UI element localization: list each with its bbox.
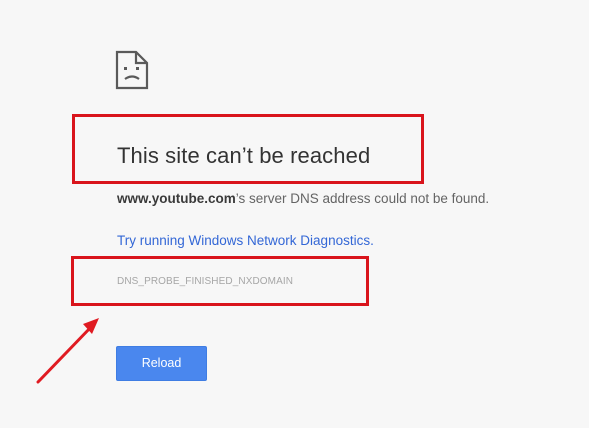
error-page: This site can’t be reached www.youtube.c… [0, 0, 589, 428]
annotation-arrow [36, 318, 99, 384]
error-domain: www.youtube.com [117, 191, 236, 206]
error-message-text: ’s server DNS address could not be found… [235, 191, 490, 206]
error-code: DNS_PROBE_FINISHED_NXDOMAIN [117, 276, 294, 287]
sad-page-icon [115, 50, 149, 90]
network-diagnostics-link[interactable]: Try running Windows Network Diagnostics. [117, 233, 374, 248]
page-title: This site can’t be reached [117, 143, 371, 168]
error-message: www.youtube.com’s server DNS address cou… [117, 191, 489, 206]
reload-button[interactable]: Reload [116, 346, 207, 381]
